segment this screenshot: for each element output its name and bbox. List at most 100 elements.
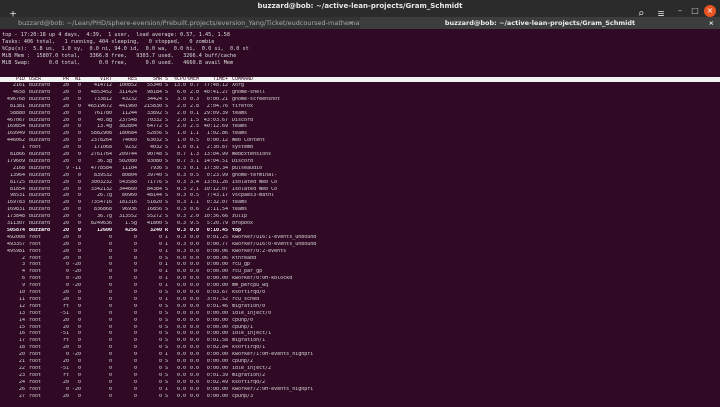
- cell-pid: 179609: [6, 158, 25, 164]
- minimize-icon[interactable]: –: [674, 5, 686, 17]
- cell-cpu: 0.0: [176, 393, 186, 399]
- cell-cpu: 13.0: [173, 83, 186, 88]
- table-row: 15 root 20 0 0 0 0 S 0.0 0.0 0:00.00 cpuhp/1: [0, 325, 720, 331]
- cell-res: 0: [133, 296, 137, 302]
- cell-pr: 20: [62, 393, 69, 399]
- tab-label: buzzard@bob: ~/active-lean-projects/Gram…: [444, 19, 636, 27]
- cell-pid: 169783: [6, 200, 25, 206]
- cell-mem: 0.0: [189, 352, 199, 358]
- cell-mem: 0.0: [189, 303, 199, 309]
- cell-command: zulip: [232, 214, 248, 220]
- cell-pid: 13964: [9, 172, 25, 178]
- cell-command: migration/0: [232, 303, 266, 309]
- cell-virt: 0: [108, 310, 112, 316]
- cell-ni: 0: [77, 207, 81, 213]
- table-row: 10 root 20 0 0 0 0 S 0.0 0.0 0:03.67 ksoftirqd/0: [0, 290, 720, 296]
- cell-ni: -20: [71, 352, 81, 358]
- cell-res: 0: [133, 393, 137, 399]
- cell-time: 0:10.45: [206, 227, 228, 233]
- cell-res: 0: [133, 324, 137, 330]
- cell-time: 0:00.00: [206, 393, 228, 399]
- cell-cpu: 0.0: [176, 283, 186, 289]
- cell-cpu: 0.3: [176, 241, 186, 247]
- cell-time: 0:01.58: [206, 338, 228, 344]
- cell-time: 0:00.06: [206, 248, 228, 254]
- table-row: 173848 buzzard 20 0 36.7g 313552 55272 S 0.3 2.0 1…: [0, 214, 720, 220]
- cell-ni: -11: [71, 165, 81, 171]
- cell-shr: 0: [158, 317, 162, 323]
- cell-shr: 0: [158, 386, 162, 392]
- cell-shr: 0: [158, 296, 162, 302]
- cell-pid: 169949: [6, 131, 25, 137]
- cell-command: Discord: [232, 117, 254, 123]
- cell-time: 1:02.86: [206, 131, 228, 137]
- table-row: 2161 buzzard 20 0 414712 100852 55340 S 13.0 0.7 7…: [0, 83, 720, 89]
- cell-time: 2:04.76: [206, 103, 228, 109]
- cell-mem: 0.0: [189, 296, 199, 302]
- cell-ni: 0: [77, 158, 81, 164]
- cell-shr: 215830: [143, 103, 162, 109]
- cell-user: buzzard: [29, 214, 51, 220]
- cell-time: 0:00.00: [206, 262, 228, 268]
- cell-ni: 0: [77, 172, 81, 178]
- cell-user: root: [29, 331, 42, 337]
- table-row: 446062 buzzard 20 0 2378264 74060 63032 S 1.0 0.5…: [0, 138, 720, 144]
- tab-inactive[interactable]: buzzard@bob: ~/Lean/PHD/sphere-eversion/…: [0, 17, 360, 29]
- cell-pid: 4658: [12, 89, 25, 95]
- cell-ni: 0: [77, 310, 81, 316]
- cell-shr: 33892: [146, 110, 162, 116]
- cell-time: 0:01.25: [206, 234, 228, 240]
- cell-user: buzzard: [29, 186, 51, 192]
- cell-pid: 12: [18, 303, 25, 309]
- cell-user: buzzard: [29, 110, 51, 116]
- cell-command: cpuhp/0: [232, 317, 254, 323]
- maximize-icon[interactable]: □: [689, 5, 701, 17]
- cell-shr: 0: [158, 234, 162, 240]
- cell-mem: 0.0: [189, 227, 199, 233]
- cell-pr: -51: [59, 310, 69, 316]
- cell-time: 0:00.00: [206, 269, 228, 275]
- cell-virt: 3003232: [90, 179, 112, 185]
- cell-time: 77:48.12: [203, 83, 228, 88]
- cell-pid: 173848: [6, 214, 25, 220]
- cell-mem: 0.0: [189, 331, 199, 337]
- cell-res: 0: [133, 262, 137, 268]
- cell-ni: -20: [71, 386, 81, 392]
- cell-command: idle_inject/2: [232, 365, 272, 371]
- cell-user: buzzard: [29, 89, 51, 95]
- cell-pid: 13: [18, 310, 25, 316]
- tab-label: buzzard@bob: ~/Lean/PHD/sphere-eversion/…: [18, 19, 360, 27]
- cell-ni: 0: [77, 365, 81, 371]
- cell-user: root: [29, 359, 42, 364]
- tab-close-icon[interactable]: ×: [349, 17, 354, 29]
- cell-mem: 0.5: [189, 193, 199, 199]
- cell-mem: 0.0: [189, 241, 199, 247]
- cell-virt: 0: [108, 345, 112, 351]
- cell-pid: 81725: [9, 179, 25, 185]
- cell-shr: 0: [158, 345, 162, 351]
- table-row: 311307 buzzard 20 0 8249636 1.5g 41800 S 0.3 9.5 5…: [0, 221, 720, 227]
- cell-mem: 1.5: [189, 117, 199, 123]
- cell-virt: 171068: [93, 145, 112, 151]
- terminal-area[interactable]: top - 17:20:18 up 4 days, 4:39, 1 user, …: [0, 29, 720, 407]
- table-row: 98531 buzzard 20 0 26.7g 80960 48144 S 0.3 0.5 7:4…: [0, 193, 720, 199]
- cell-ni: -20: [71, 269, 81, 275]
- cell-command: rcu_par_gp: [232, 269, 263, 275]
- cell-pr: rt: [62, 303, 69, 309]
- cell-res: 4256: [124, 227, 137, 233]
- cell-command: rcu_gp: [232, 262, 251, 268]
- tab-close-icon[interactable]: ×: [709, 17, 714, 29]
- cell-virt: 414712: [93, 83, 112, 88]
- cell-virt: 8249636: [90, 221, 112, 226]
- close-icon[interactable]: ×: [704, 5, 716, 17]
- cell-pid: 2: [21, 255, 25, 261]
- tab-active[interactable]: buzzard@bob: ~/active-lean-projects/Gram…: [360, 17, 720, 29]
- cell-virt: 0: [108, 234, 112, 240]
- table-row: 492008 root 20 0 0 0 0 I 0.3 0.0 0:01.25 kworker/u1…: [0, 235, 720, 241]
- cell-pr: 20: [62, 186, 69, 192]
- cell-user: buzzard: [29, 200, 51, 206]
- cell-res: 0: [133, 338, 137, 344]
- cell-time: 0:01.46: [206, 303, 228, 309]
- cell-pid: 17: [18, 338, 25, 344]
- cell-time: 0:00.00: [206, 283, 228, 289]
